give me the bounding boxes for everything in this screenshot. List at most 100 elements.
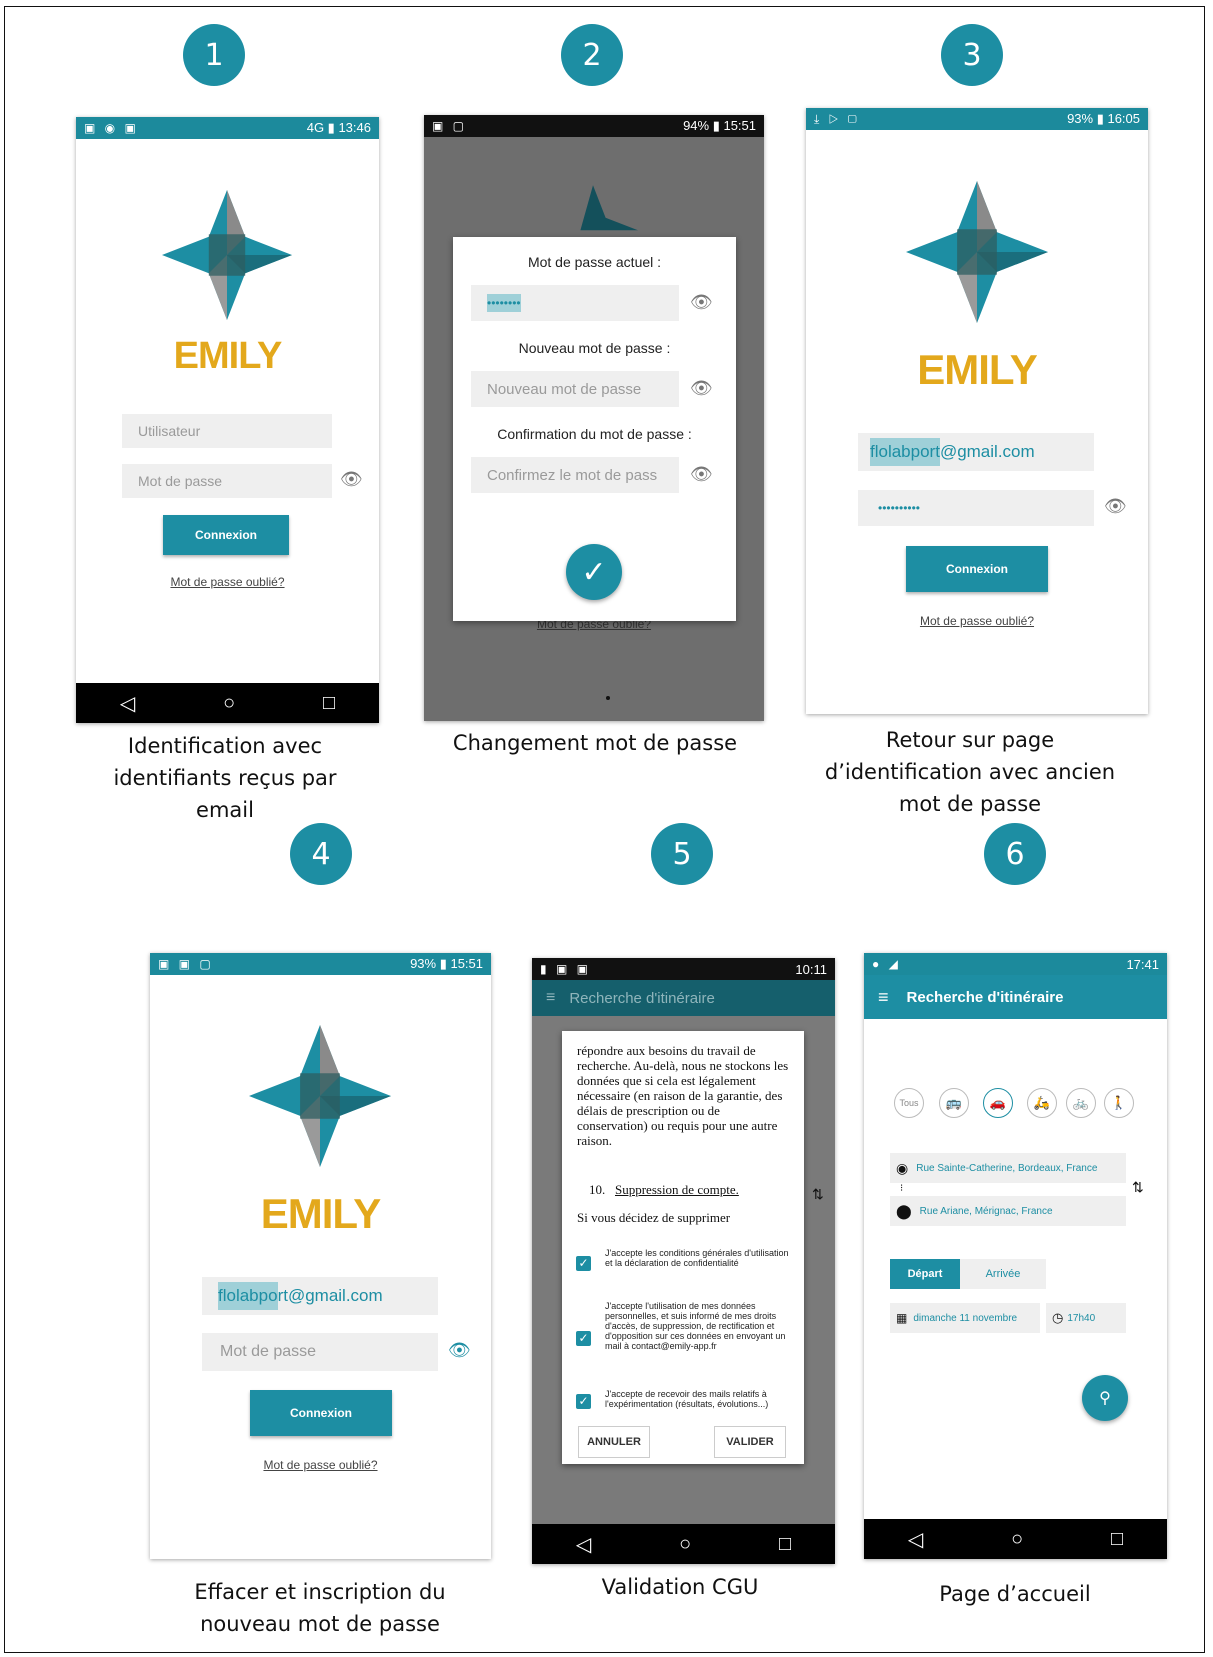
recents-icon[interactable]: □ (323, 692, 335, 715)
origin-field[interactable]: ◉ Rue Sainte-Catherine, Bordeaux, France (890, 1153, 1126, 1183)
login-button[interactable]: Connexion (163, 515, 289, 555)
phone-login-new-password: ▣ ▣ ▢ 93% ▮ 15:51 EMILY flolabpo rt@gmail… (150, 953, 491, 1559)
cgu-section-heading: 10. Suppression de compte. (589, 1182, 739, 1197)
step-badge-4: 4 (290, 823, 352, 885)
forgot-password-link[interactable]: Mot de passe oublié? (150, 1458, 491, 1472)
password-field[interactable]: •••••••••• (858, 490, 1094, 526)
username-field[interactable]: Utilisateur (122, 414, 332, 448)
app-bar-dimmed: ≡ Recherche d'itinéraire (532, 980, 835, 1016)
show-confirm-password-eye-icon[interactable]: 👁 (690, 464, 713, 485)
search-button[interactable]: ⚲ (1082, 1375, 1128, 1421)
phone-login: ▣ ◉ ▣ 4G ▮ 13:46 EMILY Utilisateur Mot d… (76, 117, 379, 723)
forgot-password-link[interactable]: Mot de passe oublié? (806, 614, 1148, 628)
forgot-password-link[interactable]: Mot de passe oublié? (76, 575, 379, 589)
phone-cgu-validation: ▮ ▣ ▣ 10:11 ≡ Recherche d'itinéraire ⇅ r… (532, 958, 835, 1564)
app-title: Recherche d'itinéraire (906, 988, 1064, 1006)
caption-4: Effacer et inscription du nouveau mot de … (194, 1580, 446, 1636)
confirm-password-field[interactable]: Confirmez le mot de pass (471, 457, 679, 493)
caption-3: Retour sur page d’identification avec anc… (824, 728, 1116, 816)
email-field[interactable]: flolabport@gmail.com (202, 1277, 438, 1315)
cgu-checkbox-1[interactable]: ✓ (576, 1256, 591, 1271)
show-password-eye-icon[interactable]: 👁 (340, 469, 363, 490)
show-current-password-eye-icon[interactable]: 👁 (690, 292, 713, 313)
app-bar: ≡ Recherche d'itinéraire (864, 975, 1167, 1019)
android-nav-bar: ◁ ○ □ (76, 683, 379, 723)
transport-modes: Tous 🚌 🚗 🛵 🚲 🚶 (894, 1088, 1134, 1118)
locate-icon: ◉ (896, 1159, 909, 1176)
status-bar: ▣ ▣ ▢ 93% ▮ 15:51 (150, 953, 491, 975)
step-badge-5: 5 (651, 823, 713, 885)
status-bar: ▣ ◉ ▣ 4G ▮ 13:46 (76, 117, 379, 139)
password-field[interactable]: Mot de passe (202, 1333, 438, 1371)
status-bar: ● ◢ 17:41 (864, 953, 1167, 975)
back-icon[interactable]: ◁ (576, 1532, 591, 1557)
cgu-dialog: répondre aux besoins du travail de reche… (562, 1031, 804, 1464)
show-password-eye-icon[interactable]: 👁 (1104, 496, 1127, 517)
route-dots: ⁝ (900, 1183, 904, 1194)
recents-icon[interactable]: □ (779, 1533, 791, 1556)
show-password-eye-icon[interactable]: 👁 (448, 1340, 471, 1361)
date-picker[interactable]: ▦ dimanche 11 novembre (890, 1303, 1040, 1333)
phone-home: ● ◢ 17:41 ≡ Recherche d'itinéraire Tous … (864, 953, 1167, 1559)
step-badge-1: 1 (183, 24, 245, 86)
home-icon[interactable]: ○ (679, 1533, 691, 1556)
validate-button[interactable]: VALIDER (714, 1426, 786, 1458)
recents-icon[interactable]: □ (1111, 1528, 1123, 1551)
arrive-tab[interactable]: Arrivée (960, 1259, 1046, 1289)
bus-icon[interactable]: 🚌 (939, 1088, 969, 1118)
new-password-field[interactable]: Nouveau mot de passe (471, 371, 679, 407)
current-password-field[interactable]: •••••••• (471, 285, 679, 321)
new-password-label: Nouveau mot de passe : (518, 340, 671, 356)
swap-arrows-icon[interactable]: ⇅ (1132, 1179, 1144, 1196)
caption-2: Changement mot de passe (452, 731, 738, 755)
login-button[interactable]: Connexion (250, 1390, 392, 1436)
change-password-dialog: Mot de passe actuel : •••••••• 👁 Nouveau… (453, 237, 736, 621)
email-field[interactable]: flolabport@gmail.com (858, 433, 1094, 471)
emily-wordmark: EMILY (917, 346, 1037, 393)
emily-logo-dimmed-icon (580, 185, 638, 231)
step-badge-3: 3 (941, 24, 1003, 86)
phone-login-old-password: ⤓ ▷ ▢ 93% ▮ 16:05 EMILY flolabport @gmail… (806, 108, 1148, 714)
password-field[interactable]: Mot de passe (122, 464, 332, 498)
destination-field[interactable]: ⬤ Rue Ariane, Mérignac, France (890, 1196, 1126, 1226)
back-icon[interactable]: ◁ (120, 691, 135, 716)
bike-icon[interactable]: 🚲 (1066, 1088, 1096, 1118)
time-picker[interactable]: ◷ 17h40 (1046, 1303, 1126, 1333)
step-badge-6: 6 (984, 823, 1046, 885)
menu-icon[interactable]: ≡ (878, 987, 889, 1008)
cancel-button[interactable]: ANNULER (578, 1426, 650, 1458)
clock-icon: ◷ (1052, 1310, 1064, 1325)
cgu-text-continued: Si vous décidez de supprimer (577, 1210, 731, 1225)
swap-arrows-icon: ⇅ (812, 1186, 824, 1202)
cgu-check-1-label: J'accepte les conditions générales d'uti… (605, 1248, 789, 1268)
cgu-check-3-label: J'accepte de recevoir des mails relatifs… (605, 1389, 769, 1409)
emily-wordmark: EMILY (173, 335, 283, 377)
car-icon[interactable]: 🚗 (983, 1088, 1013, 1118)
step-badge-2: 2 (561, 24, 623, 86)
emily-logo-icon (906, 181, 1048, 323)
walk-icon[interactable]: 🚶 (1104, 1088, 1134, 1118)
login-button[interactable]: Connexion (906, 546, 1048, 592)
caption-6: Page d’accueil (939, 1582, 1091, 1606)
cgu-checkbox-3[interactable]: ✓ (576, 1394, 591, 1409)
show-new-password-eye-icon[interactable]: 👁 (690, 378, 713, 399)
calendar-icon: ▦ (896, 1311, 908, 1325)
back-icon[interactable]: ◁ (908, 1527, 923, 1552)
scooter-icon[interactable]: 🛵 (1027, 1088, 1057, 1118)
home-icon[interactable]: ○ (223, 692, 235, 715)
pin-icon: ⬤ (896, 1202, 912, 1219)
mode-all[interactable]: Tous (894, 1088, 924, 1118)
menu-icon[interactable]: ≡ (546, 989, 555, 1007)
depart-tab[interactable]: Départ (890, 1259, 960, 1289)
phone-change-password: ▣ ▢ 94% ▮ 15:51 Mot de passe oublié? Mot… (424, 115, 764, 721)
caption-5: Validation CGU (601, 1575, 759, 1599)
cgu-check-2-label: J'accepte l'utilisation de mes données p… (605, 1301, 786, 1351)
cgu-checkbox-2[interactable]: ✓ (576, 1331, 591, 1346)
caption-1: Identification avec identifiants reçus pa… (113, 734, 337, 822)
android-nav-bar: ◁ ○ □ (532, 1524, 835, 1564)
home-icon[interactable]: ○ (1011, 1528, 1023, 1551)
search-icon: ⚲ (1099, 1390, 1111, 1407)
cgu-text: répondre aux besoins du travail de reche… (577, 1043, 789, 1148)
page-indicator-dot (606, 696, 610, 700)
confirm-check-button[interactable]: ✓ (566, 544, 622, 600)
